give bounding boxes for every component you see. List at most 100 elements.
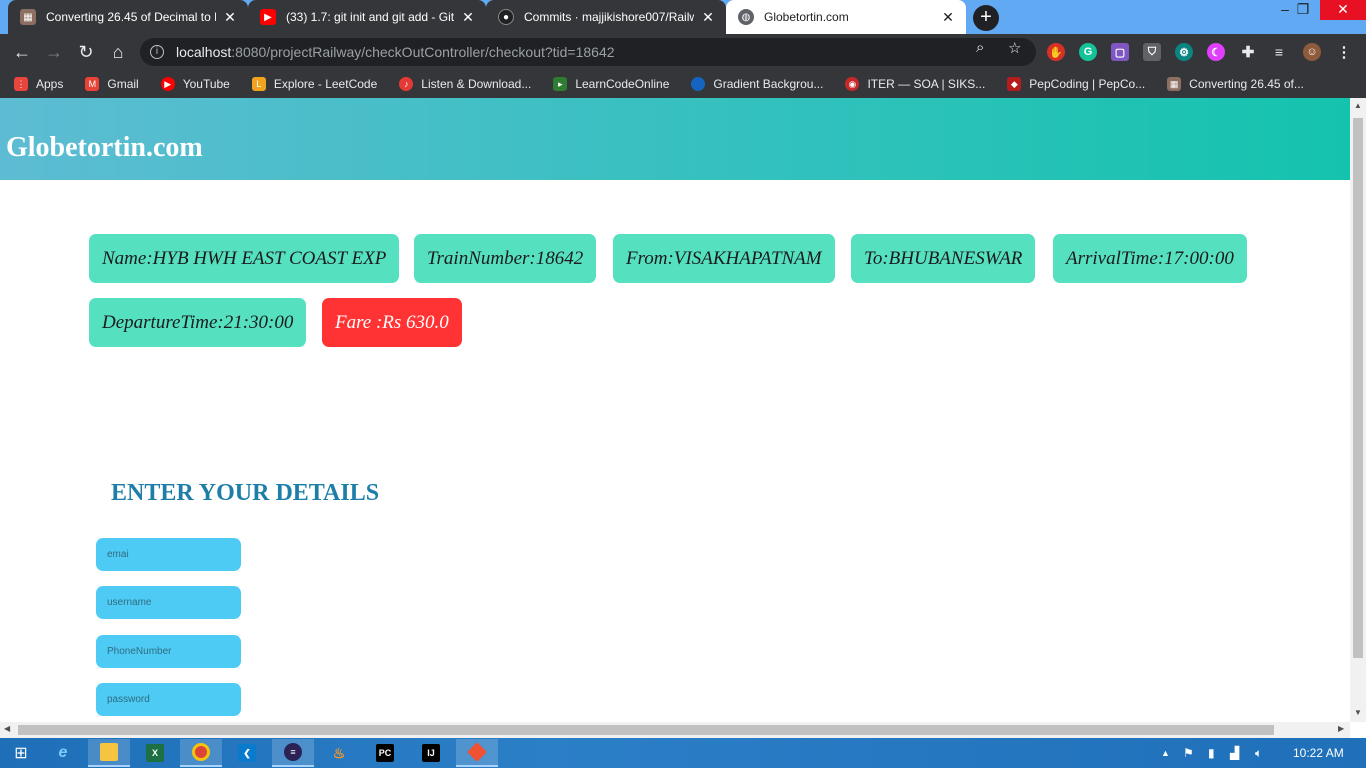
bookmark-star-icon[interactable]: ☆ [1008,39,1021,57]
close-icon[interactable]: ✕ [460,9,476,26]
bookmark-label: PepCoding | PepCo... [1029,77,1146,91]
taskbar-ie[interactable]: e [42,739,84,767]
tab-github[interactable]: ● Commits · majjikishore007/Railw ✕ [486,0,726,34]
address-bar[interactable]: i localhost:8080/projectRailway/checkOut… [140,38,1036,66]
bookmark-leetcode[interactable]: L Explore - LeetCode [251,77,378,91]
taskbar-java[interactable]: ♨ [318,739,360,767]
bookmark-converting[interactable]: ▦ Converting 26.45 of... [1167,77,1304,91]
grammarly-extension-icon[interactable]: G [1079,43,1097,61]
gradient-icon [691,77,706,91]
start-button[interactable]: ⊞ [0,739,42,767]
scroll-right-icon[interactable]: ▶ [1338,724,1344,733]
bookmark-gradient[interactable]: Gradient Backgrou... [691,77,823,91]
details-heading: ENTER YOUR DETAILS [111,480,380,506]
bookmark-label: Listen & Download... [421,77,532,91]
reload-icon[interactable]: ↻ [74,40,98,64]
bookmark-label: YouTube [182,77,230,91]
new-tab-button[interactable]: + [973,5,999,31]
bookmark-label: Gmail [107,77,139,91]
horizontal-scrollbar[interactable]: ◀ ▶ [0,722,1350,738]
bookmark-gmail[interactable]: M Gmail [85,77,139,91]
intellij-icon: IJ [422,744,440,762]
bookmark-iter[interactable]: ◉ ITER — SOA | SIKS... [845,77,985,91]
folder-icon [100,743,118,761]
taskbar-pycharm[interactable]: PC [364,739,406,767]
taskbar-git[interactable] [456,739,498,767]
battery-icon[interactable]: ▮ [1208,746,1215,760]
tab-youtube[interactable]: ▶ (33) 1.7: git init and git add - Git ✕ [248,0,486,34]
eclipse-icon: ≡ [284,743,302,761]
youtube-icon: ▶ [260,9,276,25]
scroll-up-icon[interactable]: ▲ [1350,101,1366,110]
apps-grid-icon: ⋮ [14,77,28,91]
extension-square-icon[interactable]: ▢ [1111,43,1129,61]
info-icon[interactable]: i [150,45,164,59]
taskbar-vscode[interactable]: ❮ [226,739,268,767]
menu-kebab-icon[interactable]: ⋮ [1335,43,1353,61]
site-header: Globetortin.com [0,98,1350,180]
bookmark-pepcoding[interactable]: ◆ PepCoding | PepCo... [1007,77,1145,91]
media-control-icon[interactable]: ≡ [1270,43,1288,61]
git-icon [467,742,487,762]
show-hidden-icons-icon[interactable]: ▲ [1161,748,1170,758]
browser-toolbar: ← → ↻ ⌂ i localhost:8080/projectRailway/… [0,34,1366,70]
bookmark-listen-download[interactable]: ♪ Listen & Download... [399,77,531,91]
taskbar-intellij[interactable]: IJ [410,739,452,767]
java-icon: ♨ [332,744,346,761]
back-icon[interactable]: ← [10,40,34,64]
zoom-search-icon[interactable]: ⌕ [976,39,984,56]
tab-title: (33) 1.7: git init and git add - Git [286,10,454,24]
url-host: localhost [176,44,232,60]
bookmark-label: Gradient Backgrou... [713,77,824,91]
train-number-box: TrainNumber:18642 [414,234,597,283]
password-field[interactable] [96,683,241,716]
horizontal-scroll-thumb[interactable] [18,725,1274,735]
taskbar-clock[interactable]: 10:22 AM [1293,746,1344,760]
username-field[interactable] [96,586,241,619]
vscode-icon: ❮ [238,744,256,762]
email-field[interactable] [96,538,241,571]
avatar[interactable]: ☺ [1303,43,1321,61]
maximize-button[interactable]: ❐ [1286,0,1320,20]
extensions-puzzle-icon[interactable]: ✚ [1239,43,1257,61]
internet-explorer-icon: e [58,744,68,761]
bookmark-label: Converting 26.45 of... [1189,77,1304,91]
taskbar-chrome[interactable] [180,739,222,767]
scroll-left-icon[interactable]: ◀ [4,724,10,733]
vertical-scrollbar[interactable]: ▲ ▼ [1350,98,1366,722]
tab-globetortin[interactable]: ◍ Globetortin.com ✕ [726,0,966,34]
close-icon[interactable]: ✕ [700,9,716,26]
bookmark-apps[interactable]: ⋮ Apps [14,77,63,91]
bookmark-youtube[interactable]: ▶ YouTube [160,77,230,91]
extension-gear-icon[interactable]: ⚙ [1175,43,1193,61]
lco-icon: ▸ [553,77,568,91]
extension-moon-icon[interactable]: ☾ [1207,43,1225,61]
taskbar-excel[interactable]: X [134,739,176,767]
forward-icon[interactable]: → [42,40,66,64]
shield-extension-icon[interactable]: ⛉ [1143,43,1161,61]
iter-icon: ◉ [845,77,860,91]
leetcode-icon: L [251,77,266,91]
wifi-icon[interactable]: ▟ [1230,746,1239,760]
close-icon[interactable]: ✕ [940,9,956,26]
taskbar-eclipse[interactable]: ≡ [272,739,314,767]
phone-number-field[interactable] [96,635,241,668]
tab-title: Commits · majjikishore007/Railw [524,10,694,24]
arrival-time-box: ArrivalTime:17:00:00 [1053,234,1247,283]
adblock-extension-icon[interactable]: ✋ [1047,43,1065,61]
bookmark-label: LearnCodeOnline [575,77,670,91]
close-icon[interactable]: ✕ [222,9,238,26]
bookmark-learncodeonline[interactable]: ▸ LearnCodeOnline [553,77,669,91]
globe-icon: ◍ [738,9,754,25]
home-icon[interactable]: ⌂ [106,40,130,64]
volume-icon[interactable]: 🔈︎ [1255,746,1262,761]
flag-icon[interactable]: ⚑ [1183,746,1194,760]
scroll-down-icon[interactable]: ▼ [1350,708,1366,717]
vertical-scroll-thumb[interactable] [1353,118,1363,658]
tab-converting[interactable]: ▦ Converting 26.45 of Decimal to B ✕ [8,0,248,34]
calculator-icon: ▦ [20,9,36,25]
taskbar-file-explorer[interactable] [88,739,130,767]
bookmark-label: Explore - LeetCode [273,77,378,91]
window-close-button[interactable]: ✕ [1320,0,1366,20]
departure-time-box: DepartureTime:21:30:00 [89,298,307,347]
